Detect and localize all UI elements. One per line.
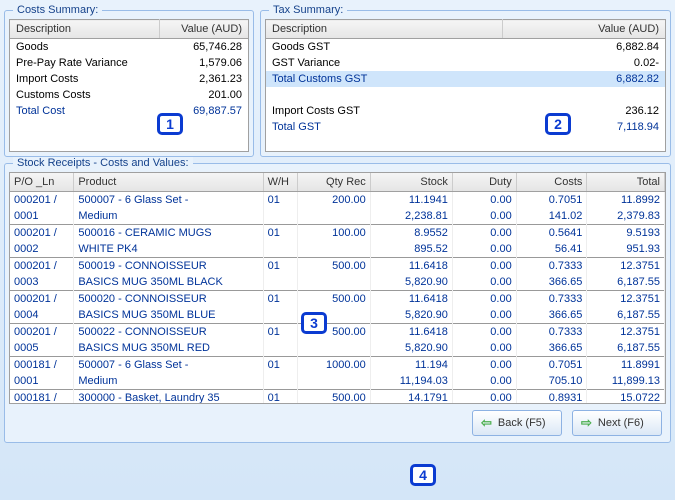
- tax-summary-panel: Tax Summary: Description Value (AUD) Goo…: [260, 10, 671, 157]
- total-gst-value: 7,118.94: [503, 119, 666, 135]
- next-button[interactable]: ⇨ Next (F6): [572, 410, 662, 436]
- table-row[interactable]: 0001Medium11,194.030.00705.1011,899.13: [10, 373, 665, 390]
- stock-receipts-panel: Stock Receipts - Costs and Values: P/O _…: [4, 163, 671, 443]
- table-row[interactable]: 000201 /500022 - CONNOISSEUR01500.0011.6…: [10, 324, 665, 341]
- callout-marker-3: 3: [301, 312, 327, 334]
- tax-summary-table: Description Value (AUD) Goods GST6,882.8…: [265, 19, 666, 152]
- arrow-left-icon: ⇦: [481, 415, 492, 431]
- costs-summary-table: Description Value (AUD) Goods65,746.28 P…: [9, 19, 249, 152]
- table-row[interactable]: 0002WHITE PK4895.520.0056.41951.93: [10, 241, 665, 258]
- costs-summary-legend: Costs Summary:: [13, 4, 102, 16]
- col-duty[interactable]: Duty: [452, 173, 516, 192]
- next-button-label: Next (F6): [598, 417, 644, 429]
- table-row[interactable]: 0004BASICS MUG 350ML BLUE5,820.900.00366…: [10, 307, 665, 324]
- stock-receipts-legend: Stock Receipts - Costs and Values:: [13, 157, 193, 169]
- col-costs[interactable]: Costs: [516, 173, 587, 192]
- callout-marker-1: 1: [157, 113, 183, 135]
- table-row[interactable]: 000201 /500020 - CONNOISSEUR01500.0011.6…: [10, 291, 665, 308]
- table-row[interactable]: 0001Medium2,238.810.00141.022,379.83: [10, 208, 665, 225]
- col-product[interactable]: Product: [74, 173, 263, 192]
- total-customs-gst-value: 6,882.82: [503, 71, 666, 87]
- costs-col-desc: Description: [10, 20, 160, 39]
- back-button-label: Back (F5): [498, 417, 546, 429]
- table-row[interactable]: 0003BASICS MUG 350ML BLACK5,820.900.0036…: [10, 274, 665, 291]
- table-row[interactable]: 000201 /500016 - CERAMIC MUGS01100.008.9…: [10, 225, 665, 242]
- callout-marker-2: 2: [545, 113, 571, 135]
- back-button[interactable]: ⇦ Back (F5): [472, 410, 562, 436]
- table-row[interactable]: 0005BASICS MUG 350ML RED5,820.900.00366.…: [10, 340, 665, 357]
- stock-grid: P/O _Ln Product W/H Qty Rec Stock Duty C…: [10, 173, 665, 404]
- costs-col-val: Value (AUD): [159, 20, 248, 39]
- col-total[interactable]: Total: [587, 173, 665, 192]
- col-wh[interactable]: W/H: [263, 173, 297, 192]
- arrow-right-icon: ⇨: [581, 415, 592, 431]
- tax-summary-legend: Tax Summary:: [269, 4, 347, 16]
- callout-marker-4: 4: [410, 464, 436, 486]
- col-qty[interactable]: Qty Rec: [297, 173, 370, 192]
- stock-grid-scroll[interactable]: P/O _Ln Product W/H Qty Rec Stock Duty C…: [9, 172, 666, 404]
- total-customs-gst-label: Total Customs GST: [266, 71, 503, 87]
- table-row[interactable]: 000201 /500019 - CONNOISSEUR01500.0011.6…: [10, 258, 665, 275]
- costs-summary-panel: Costs Summary: Description Value (AUD) G…: [4, 10, 254, 157]
- costs-total-label: Total Cost: [10, 103, 160, 119]
- tax-col-val: Value (AUD): [503, 20, 666, 39]
- col-stock[interactable]: Stock: [370, 173, 452, 192]
- col-po[interactable]: P/O _Ln: [10, 173, 74, 192]
- table-row[interactable]: 000201 /500007 - 6 Glass Set -01200.0011…: [10, 192, 665, 209]
- total-gst-label: Total GST: [266, 119, 503, 135]
- table-row[interactable]: 000181 /300000 - Basket, Laundry 3501500…: [10, 390, 665, 405]
- table-row[interactable]: 000181 /500007 - 6 Glass Set -011000.001…: [10, 357, 665, 374]
- tax-col-desc: Description: [266, 20, 503, 39]
